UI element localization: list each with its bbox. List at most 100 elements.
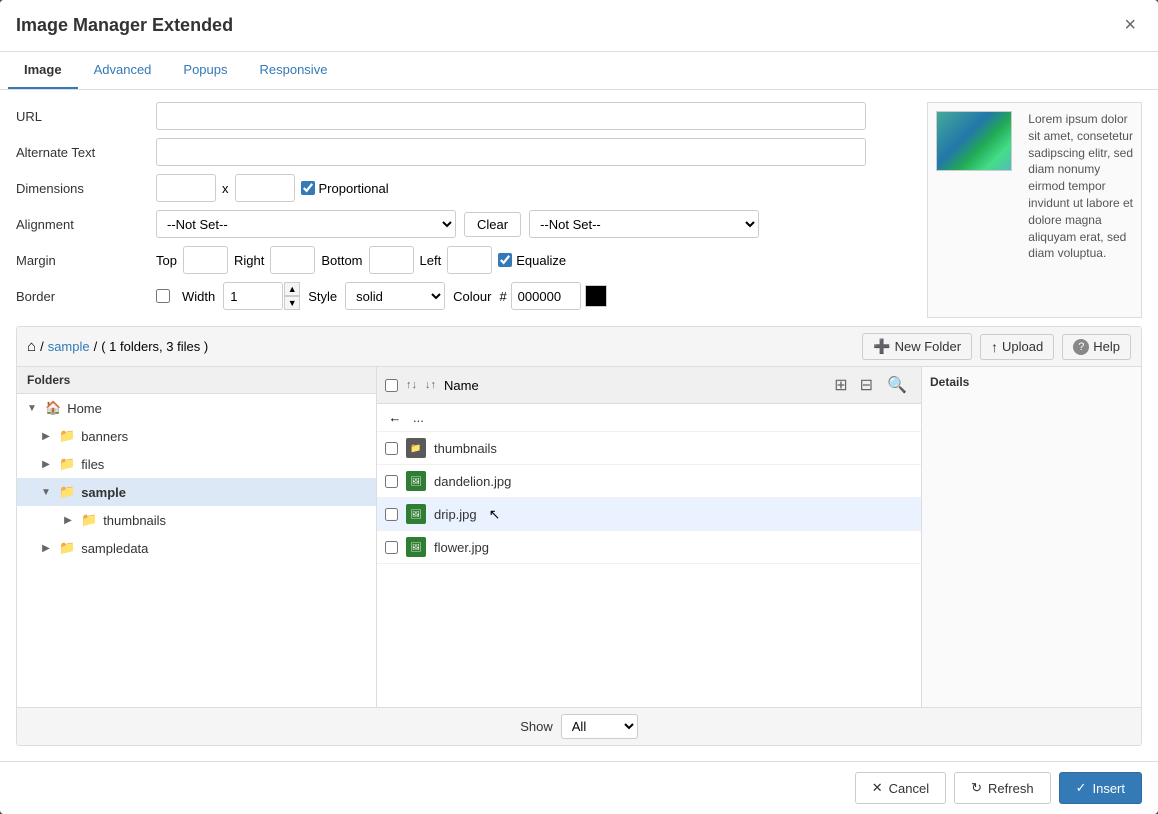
border-checkbox[interactable] xyxy=(156,289,170,303)
file-name-drip: drip.jpg xyxy=(434,507,477,522)
sampledata-folder-icon: 📁 xyxy=(59,540,75,556)
folder-item-banners[interactable]: ▶ 📁 banners xyxy=(17,422,376,450)
toggle-sampledata: ▶ xyxy=(39,543,53,554)
equalize-label: Equalize xyxy=(498,253,566,268)
show-select[interactable]: All Images Files xyxy=(561,714,638,739)
preview-content: Lorem ipsum dolor sit amet, consetetur s… xyxy=(936,111,1133,262)
image-icon-flower: 🖼 xyxy=(406,537,426,557)
cancel-button[interactable]: ✕ Cancel xyxy=(855,772,946,804)
file-name-flower: flower.jpg xyxy=(434,540,489,555)
fm-files-panel: ↑↓ ↓↑ thumbnails Name ⊞ ⊟ 🔍 xyxy=(377,367,921,707)
margin-top-label: Top xyxy=(156,253,177,268)
sort-name-desc[interactable]: ↓↑ xyxy=(425,379,436,391)
folders-header: Folders xyxy=(17,367,376,394)
checkbox-thumbnails[interactable] xyxy=(385,442,398,455)
url-input[interactable] xyxy=(156,102,866,130)
grid-view-button[interactable]: ⊞ xyxy=(830,373,851,397)
list-view-button[interactable]: ⊟ xyxy=(856,373,877,397)
fm-content: Folders ▼ 🏠 Home ▶ 📁 banners xyxy=(17,367,1141,707)
dimensions-label: Dimensions xyxy=(16,181,156,196)
style-select[interactable]: solid dashed dotted double xyxy=(345,282,445,310)
border-inputs: Width ▲ ▼ Style solid das xyxy=(156,282,607,310)
file-name-dandelion: dandelion.jpg xyxy=(434,474,511,489)
checkbox-dandelion[interactable] xyxy=(385,475,398,488)
upload-button[interactable]: ↑ Upload xyxy=(980,334,1054,360)
margin-left-input[interactable] xyxy=(447,246,492,274)
fm-details-panel: Details xyxy=(921,367,1141,707)
preview-image xyxy=(936,111,1012,171)
alignment-select[interactable]: --Not Set-- Left Center Right xyxy=(156,210,456,238)
sort-asc-icon: ↑↓ xyxy=(406,379,417,391)
fm-actions: ➕ New Folder ↑ Upload ? Help xyxy=(862,333,1131,360)
tab-responsive[interactable]: Responsive xyxy=(244,52,344,89)
margin-inputs: Top Right Bottom Left Equalize xyxy=(156,246,566,274)
tab-advanced[interactable]: Advanced xyxy=(78,52,168,89)
folder-name-banners: banners xyxy=(81,429,128,444)
select-all-checkbox[interactable] xyxy=(385,379,398,392)
border-width-input[interactable] xyxy=(223,282,283,310)
home-icon[interactable]: ⌂ xyxy=(27,338,36,355)
sort-name-asc[interactable]: ↑↓ xyxy=(406,379,417,391)
dimensions-row: Dimensions x Proportional xyxy=(16,174,911,202)
folder-item-files[interactable]: ▶ 📁 files xyxy=(17,450,376,478)
width-up-button[interactable]: ▲ xyxy=(284,282,300,296)
insert-button[interactable]: ✓ Insert xyxy=(1059,772,1142,804)
insert-icon: ✓ xyxy=(1076,780,1087,796)
colour-label: Colour xyxy=(453,289,491,304)
folder-item-sample[interactable]: ▼ 📁 sample xyxy=(17,478,376,506)
margin-bottom-input[interactable] xyxy=(369,246,414,274)
toggle-thumbnails: ▶ xyxy=(61,515,75,526)
height-input[interactable] xyxy=(235,174,295,202)
width-down-button[interactable]: ▼ xyxy=(284,296,300,310)
sample-folder-icon: 📁 xyxy=(59,484,75,500)
colour-text-input[interactable] xyxy=(511,282,581,310)
folder-name-files: files xyxy=(81,457,104,472)
help-icon: ? xyxy=(1073,339,1089,355)
folder-item-sampledata[interactable]: ▶ 📁 sampledata xyxy=(17,534,376,562)
checkbox-flower[interactable] xyxy=(385,541,398,554)
alignment-select-2[interactable]: --Not Set-- xyxy=(529,210,759,238)
details-header: Details xyxy=(930,375,1133,389)
preview-text: Lorem ipsum dolor sit amet, consetetur s… xyxy=(1028,111,1133,262)
close-button[interactable]: × xyxy=(1118,12,1142,39)
search-button[interactable]: 🔍 xyxy=(881,373,913,397)
file-row-flower[interactable]: 🖼 flower.jpg xyxy=(377,531,921,564)
file-row-dandelion[interactable]: 🖼 dandelion.jpg xyxy=(377,465,921,498)
dimensions-separator: x xyxy=(222,181,229,196)
file-row-back[interactable]: ← ... xyxy=(377,404,921,432)
folder-name-sampledata: sampledata xyxy=(81,541,148,556)
width-input[interactable] xyxy=(156,174,216,202)
new-folder-button[interactable]: ➕ New Folder xyxy=(862,333,972,360)
margin-row: Margin Top Right Bottom Left Equalize xyxy=(16,246,911,274)
back-arrow-icon: ← xyxy=(385,410,405,425)
new-folder-label: New Folder xyxy=(895,339,961,354)
alt-text-input[interactable] xyxy=(156,138,866,166)
tab-popups[interactable]: Popups xyxy=(167,52,243,89)
file-row-thumbnails[interactable]: 📁 thumbnails xyxy=(377,432,921,465)
cursor-icon: ↖ xyxy=(489,506,501,523)
equalize-checkbox[interactable] xyxy=(498,253,512,267)
fm-files-header: ↑↓ ↓↑ thumbnails Name ⊞ ⊟ 🔍 xyxy=(377,367,921,404)
insert-label: Insert xyxy=(1092,781,1125,796)
tab-image[interactable]: Image xyxy=(8,52,78,89)
proportional-checkbox[interactable] xyxy=(301,181,315,195)
fm-folders-panel: Folders ▼ 🏠 Home ▶ 📁 banners xyxy=(17,367,377,707)
margin-top-input[interactable] xyxy=(183,246,228,274)
path-info: ( 1 folders, 3 files ) xyxy=(101,339,208,354)
alignment-label: Alignment xyxy=(16,217,156,232)
checkbox-drip[interactable] xyxy=(385,508,398,521)
fm-bottom-bar: Show All Images Files xyxy=(17,707,1141,745)
refresh-button[interactable]: ↻ Refresh xyxy=(954,772,1050,804)
margin-right-input[interactable] xyxy=(270,246,315,274)
help-button[interactable]: ? Help xyxy=(1062,334,1131,360)
style-label: Style xyxy=(308,289,337,304)
name-header-text: Name xyxy=(444,378,479,393)
sample-link[interactable]: sample xyxy=(48,339,90,354)
clear-button[interactable]: Clear xyxy=(464,212,521,237)
folder-item-home[interactable]: ▼ 🏠 Home xyxy=(17,394,376,422)
modal-body: URL Alternate Text Dimensions x xyxy=(0,90,1158,761)
colour-swatch[interactable] xyxy=(585,285,607,307)
folder-item-thumbnails[interactable]: ▶ 📁 thumbnails xyxy=(17,506,376,534)
file-row-drip[interactable]: 🖼 drip.jpg ↖ xyxy=(377,498,921,531)
show-label: Show xyxy=(520,719,553,734)
